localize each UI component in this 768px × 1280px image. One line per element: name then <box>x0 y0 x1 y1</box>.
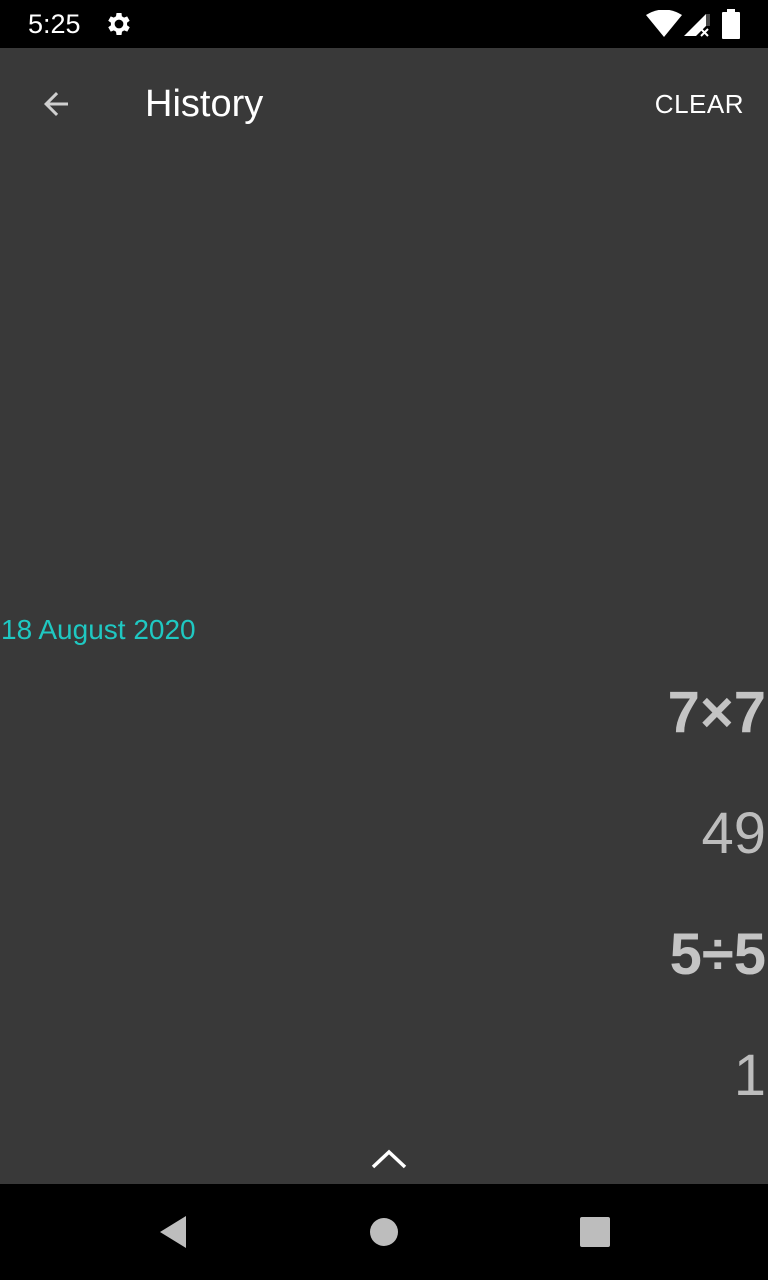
chevron-up-icon <box>371 1149 407 1169</box>
history-screen: 5:25 History CLEAR 18 August 2020 7×7 49… <box>0 0 768 1280</box>
status-time: 5:25 <box>28 9 81 39</box>
nav-recents-button[interactable] <box>571 1208 619 1256</box>
navigation-bar <box>0 1184 768 1280</box>
battery-icon <box>722 9 740 39</box>
app-bar: History CLEAR <box>0 48 768 160</box>
clear-button[interactable]: CLEAR <box>655 86 744 122</box>
wifi-icon <box>646 10 682 37</box>
history-date-header: 18 August 2020 <box>1 614 196 645</box>
collapse-history-button[interactable] <box>364 1138 414 1178</box>
history-expression[interactable]: 5÷5 <box>670 922 766 988</box>
home-circle-icon <box>370 1218 398 1246</box>
history-result[interactable]: 49 <box>701 801 766 867</box>
nav-home-button[interactable] <box>360 1208 408 1256</box>
nav-back-button[interactable] <box>148 1208 196 1256</box>
recents-square-icon <box>580 1217 610 1247</box>
status-bar: 5:25 <box>0 0 768 48</box>
page-title: History <box>145 83 264 125</box>
arrow-left-icon <box>44 92 68 116</box>
history-result[interactable]: 1 <box>734 1043 766 1109</box>
history-expression[interactable]: 7×7 <box>668 680 766 746</box>
back-button[interactable] <box>24 72 88 136</box>
back-triangle-icon <box>160 1216 186 1248</box>
signal-icon <box>684 14 710 37</box>
gear-icon <box>108 13 130 35</box>
